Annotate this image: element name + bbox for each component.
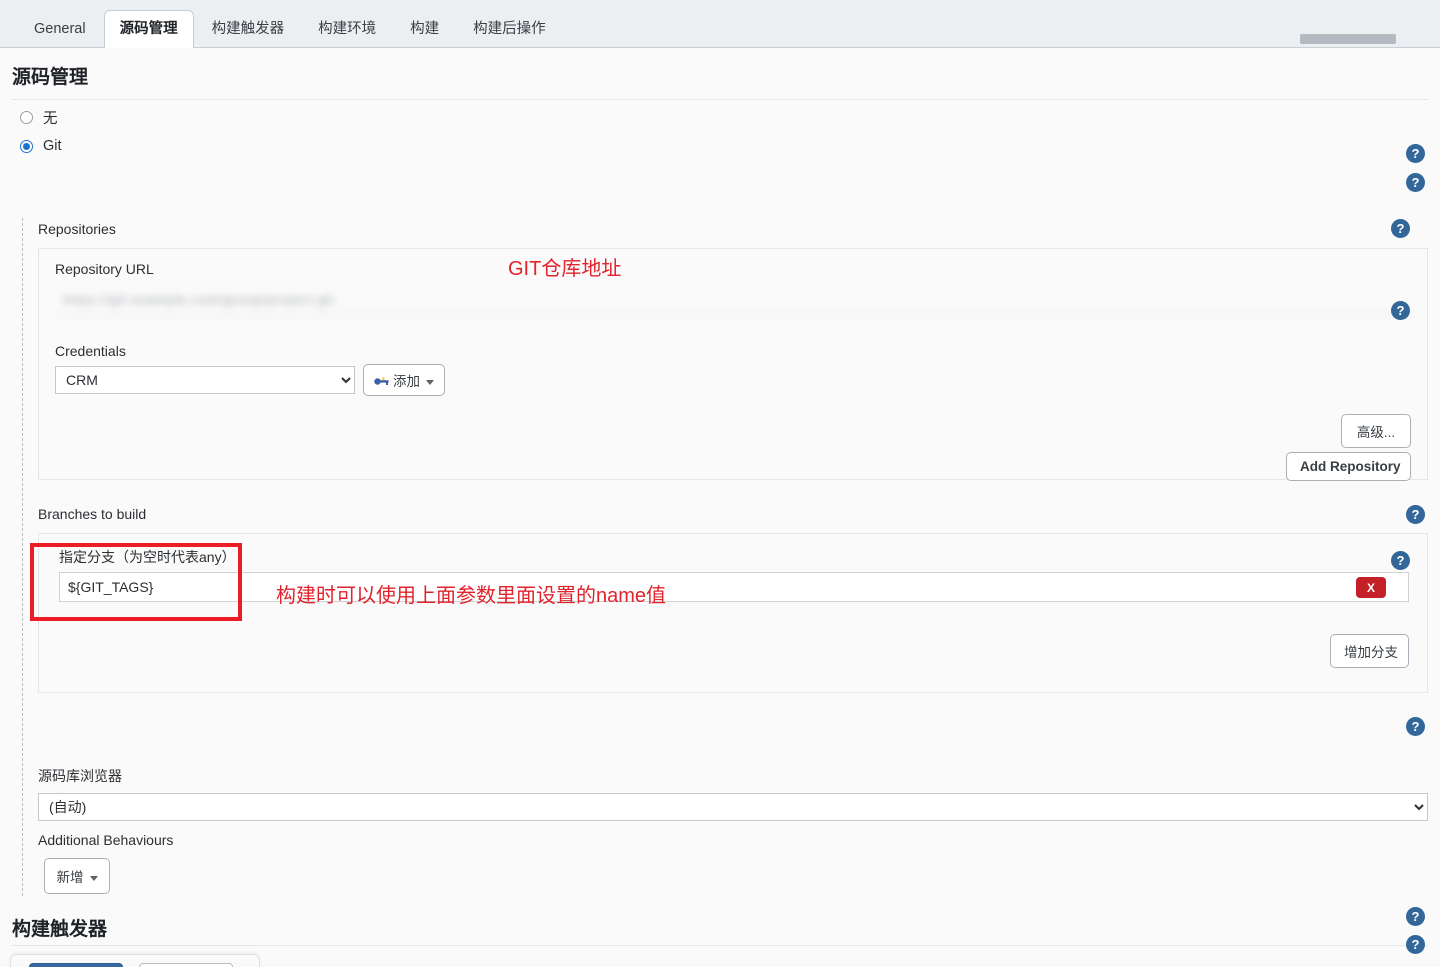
- annotation-git-url: GIT仓库地址: [508, 258, 622, 280]
- tab-post-build-actions[interactable]: 构建后操作: [457, 10, 562, 48]
- radio-git-icon[interactable]: [20, 139, 33, 153]
- help-icon-repo-browser[interactable]: [1406, 717, 1425, 736]
- repo-browser-select[interactable]: (自动): [38, 793, 1428, 821]
- tab-build-environment[interactable]: 构建环境: [302, 10, 392, 48]
- help-icon-trigger-remote[interactable]: [1406, 907, 1425, 926]
- advanced-button[interactable]: 高级...: [1341, 414, 1411, 448]
- scm-option-git[interactable]: Git: [0, 135, 1440, 161]
- tab-list: General 源码管理 构建触发器 构建环境 构建 构建后操作: [0, 0, 1440, 49]
- help-icon-repositories[interactable]: [1406, 173, 1425, 192]
- add-credentials-label: 添加: [393, 374, 420, 389]
- help-icon-git[interactable]: [1406, 144, 1425, 163]
- scm-option-git-label: Git: [43, 138, 62, 154]
- scm-config-page: 源码管理 无 Git Repositories Repository URL C…: [0, 48, 1440, 967]
- annotation-branch-param: 构建时可以使用上面参数里面设置的name值: [276, 585, 667, 607]
- form-action-bar: 保存 应用: [10, 954, 260, 967]
- page-title: 源码管理: [12, 67, 89, 88]
- add-credentials-button[interactable]: 添加: [363, 364, 445, 396]
- tab-general[interactable]: General: [18, 10, 102, 48]
- scrollbar-thumb[interactable]: [1300, 34, 1396, 44]
- delete-branch-button[interactable]: X: [1356, 577, 1386, 598]
- config-tab-bar: General 源码管理 构建触发器 构建环境 构建 构建后操作: [0, 0, 1440, 49]
- scm-option-none[interactable]: 无: [0, 100, 1440, 135]
- chevron-down-icon: [426, 379, 434, 385]
- advanced-label: 高级...: [1356, 425, 1396, 440]
- chevron-down-icon: [89, 875, 98, 881]
- build-triggers-heading: 构建触发器: [12, 919, 108, 940]
- branches-to-build-label: Branches to build: [38, 506, 147, 522]
- branch-specifier-label: 指定分支（为空时代表any）: [59, 549, 236, 565]
- key-icon: [374, 375, 390, 390]
- credentials-label: Credentials: [55, 343, 126, 359]
- repository-url-label: Repository URL: [55, 261, 154, 277]
- add-behaviour-button[interactable]: 新增: [44, 858, 110, 894]
- repo-browser-label: 源码库浏览器: [38, 768, 122, 784]
- tab-build-triggers[interactable]: 构建触发器: [196, 10, 301, 48]
- repositories-label: Repositories: [38, 221, 116, 237]
- help-icon-branch-specifier[interactable]: [1391, 551, 1410, 570]
- add-repository-label: Add Repository: [1300, 459, 1401, 474]
- add-behaviour-label: 新增: [56, 870, 84, 885]
- add-repository-button[interactable]: Add Repository: [1286, 452, 1411, 481]
- additional-behaviours-label: Additional Behaviours: [38, 832, 174, 848]
- repository-url-input[interactable]: [55, 285, 1413, 315]
- branch-specifier-input[interactable]: [59, 572, 1409, 602]
- tab-scm[interactable]: 源码管理: [103, 9, 194, 49]
- build-triggers-divider: [12, 945, 1428, 946]
- indent-guide: [22, 218, 24, 896]
- delete-branch-label: X: [1366, 580, 1375, 595]
- help-icon-credentials[interactable]: [1391, 301, 1410, 320]
- credentials-select[interactable]: CRM: [55, 366, 355, 394]
- help-icon-branches[interactable]: [1406, 505, 1425, 524]
- help-icon-trigger-after-other[interactable]: [1406, 935, 1425, 954]
- branches-panel: 指定分支（为空时代表any） 增加分支: [38, 533, 1428, 693]
- tab-build[interactable]: 构建: [394, 10, 455, 48]
- apply-button[interactable]: 应用: [139, 963, 234, 967]
- radio-none-icon[interactable]: [20, 111, 33, 124]
- add-branch-button[interactable]: 增加分支: [1330, 634, 1409, 668]
- help-icon-repository-url[interactable]: [1391, 219, 1410, 238]
- save-button[interactable]: 保存: [29, 963, 124, 967]
- scm-option-none-label: 无: [43, 111, 58, 127]
- repository-panel: Repository URL Credentials CRM 添加 高级... …: [38, 248, 1428, 481]
- add-branch-label: 增加分支: [1344, 645, 1398, 660]
